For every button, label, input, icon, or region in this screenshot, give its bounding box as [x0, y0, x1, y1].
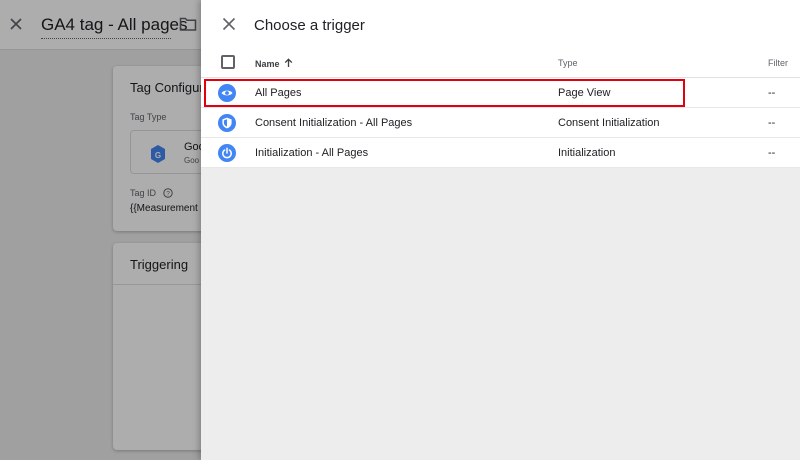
trigger-type: Page View — [558, 87, 611, 99]
close-icon[interactable] — [221, 16, 237, 32]
trigger-type: Consent Initialization — [558, 117, 660, 129]
trigger-filter: -- — [768, 117, 776, 129]
column-header-filter[interactable]: Filter — [768, 58, 788, 68]
select-all-checkbox[interactable] — [221, 55, 235, 69]
trigger-filter: -- — [768, 147, 776, 159]
table-row[interactable]: All Pages Page View -- — [201, 78, 800, 108]
column-header-name-label: Name — [255, 59, 280, 69]
shield-icon — [218, 114, 236, 132]
choose-trigger-panel: Choose a trigger Name Type Filter All Pa… — [201, 0, 800, 460]
trigger-type: Initialization — [558, 147, 616, 159]
trigger-name[interactable]: Initialization - All Pages — [255, 147, 368, 159]
trigger-filter: -- — [768, 87, 776, 99]
table-header: Name Type Filter — [201, 50, 800, 78]
panel-header: Choose a trigger — [201, 0, 800, 50]
trigger-table: Name Type Filter All Pages Page View -- — [201, 50, 800, 168]
eye-icon — [218, 84, 236, 102]
panel-title: Choose a trigger — [254, 17, 365, 34]
column-header-name[interactable]: Name — [255, 58, 293, 69]
table-row[interactable]: Consent Initialization - All Pages Conse… — [201, 108, 800, 138]
power-icon — [218, 144, 236, 162]
arrow-up-icon — [284, 58, 292, 67]
table-row[interactable]: Initialization - All Pages Initializatio… — [201, 138, 800, 168]
column-header-type[interactable]: Type — [558, 58, 578, 68]
trigger-name[interactable]: All Pages — [255, 87, 301, 99]
trigger-name[interactable]: Consent Initialization - All Pages — [255, 117, 412, 129]
